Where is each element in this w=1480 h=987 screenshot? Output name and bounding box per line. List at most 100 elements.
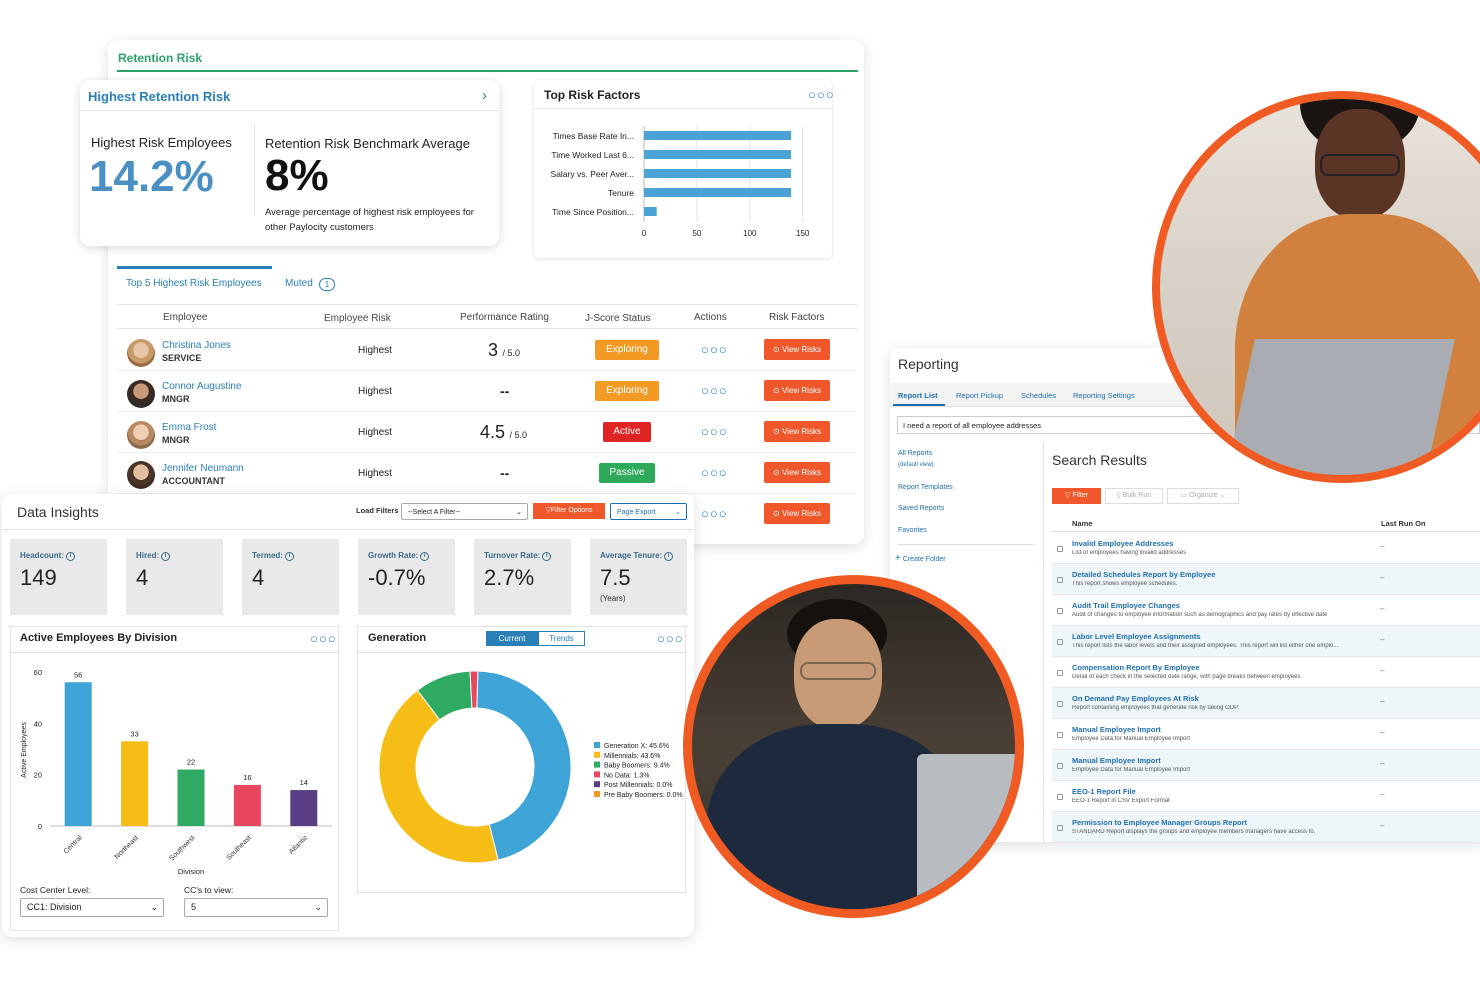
- category-label: Time Worked Last 6...: [551, 150, 634, 160]
- report-name-link[interactable]: Labor Level Employee Assignments: [1072, 632, 1201, 641]
- bulk-run-button[interactable]: ▯ Bulk Run: [1105, 488, 1163, 504]
- report-name-link[interactable]: EEO-1 Report File: [1072, 787, 1136, 796]
- report-row[interactable]: Compensation Report By Employee Detail of…: [1052, 657, 1480, 688]
- info-icon[interactable]: i: [161, 552, 171, 561]
- row-checkbox[interactable]: [1057, 732, 1063, 738]
- tab-muted[interactable]: Muted: [285, 278, 313, 289]
- report-row[interactable]: Audit Trail Employee Changes Audit of cha…: [1052, 595, 1480, 626]
- view-risks-button[interactable]: ⊙ View Risks: [764, 421, 830, 442]
- employee-name-link[interactable]: Connor Augustine: [162, 381, 242, 392]
- report-sidebar-favorites[interactable]: Favorites: [898, 527, 927, 534]
- report-name-link[interactable]: On Demand Pay Employees At Risk: [1072, 694, 1199, 703]
- bar: [644, 150, 792, 159]
- select-filter-dropdown[interactable]: --Select A Filter-- ⌄: [401, 503, 528, 520]
- report-row[interactable]: Manual Employee Import Employee Data for …: [1052, 750, 1480, 781]
- employee-role: MNGR: [162, 394, 190, 404]
- row-checkbox[interactable]: [1057, 608, 1063, 614]
- ccs-to-view-dropdown[interactable]: 5 ⌄: [184, 898, 328, 917]
- actions-more-icon[interactable]: ○○○: [701, 506, 728, 521]
- row-checkbox[interactable]: [1057, 577, 1063, 583]
- header-employee-risk: Employee Risk: [324, 313, 391, 324]
- row-checkbox[interactable]: [1057, 670, 1063, 676]
- report-name-link[interactable]: Manual Employee Import: [1072, 725, 1161, 734]
- legend-swatch: [594, 751, 600, 758]
- employee-name-link[interactable]: Jennifer Neumann: [162, 463, 244, 474]
- bar: [121, 741, 149, 826]
- employee-name-link[interactable]: Christina Jones: [162, 340, 231, 351]
- folder-icon: ▭: [1180, 492, 1188, 499]
- status-badge: Passive: [599, 463, 655, 483]
- report-row[interactable]: EEO-1 Report File EEO-1 Report in CSV Exp…: [1052, 781, 1480, 812]
- tab-schedules[interactable]: Schedules: [1021, 391, 1056, 400]
- report-name-link[interactable]: Detailed Schedules Report by Employee: [1072, 570, 1215, 579]
- page-export-dropdown[interactable]: Page Export ⌄: [610, 503, 687, 520]
- actions-more-icon[interactable]: ○○○: [701, 465, 728, 480]
- more-options-icon[interactable]: ○○○: [657, 631, 684, 646]
- tab-report-list[interactable]: Report List: [898, 391, 938, 400]
- tab-trends[interactable]: Trends: [538, 631, 585, 646]
- report-last-run: --: [1380, 761, 1385, 768]
- highest-retention-risk-title[interactable]: Highest Retention Risk: [88, 89, 230, 104]
- view-risks-button[interactable]: ⊙ View Risks: [764, 380, 830, 401]
- info-icon[interactable]: i: [420, 552, 430, 561]
- info-icon[interactable]: i: [664, 552, 674, 561]
- employee-role: MNGR: [162, 435, 190, 445]
- chevron-down-icon: ⌄: [516, 509, 522, 516]
- actions-more-icon[interactable]: ○○○: [701, 383, 728, 398]
- report-sidebar-templates[interactable]: Report Templates: [898, 484, 953, 491]
- actions-more-icon[interactable]: ○○○: [701, 424, 728, 439]
- report-row[interactable]: Invalid Employee Addresses List of employ…: [1052, 533, 1480, 564]
- report-name-link[interactable]: Permission to Employee Manager Groups Re…: [1072, 818, 1247, 827]
- report-filter-button[interactable]: ▽ Filter: [1052, 488, 1101, 504]
- report-row[interactable]: On Demand Pay Employees At Risk Report co…: [1052, 688, 1480, 719]
- results-header-divider: [1052, 531, 1480, 532]
- view-risks-button[interactable]: ⊙ View Risks: [764, 462, 830, 483]
- bar: [644, 169, 792, 178]
- row-checkbox[interactable]: [1057, 701, 1063, 707]
- report-name-link[interactable]: Manual Employee Import: [1072, 756, 1161, 765]
- report-row[interactable]: Permission to Employee Manager Groups Re…: [1052, 812, 1480, 843]
- actions-more-icon[interactable]: ○○○: [701, 342, 728, 357]
- employee-name-link[interactable]: Emma Frost: [162, 422, 216, 433]
- tab-top5-highest-risk[interactable]: Top 5 Highest Risk Employees: [126, 278, 262, 289]
- retention-section-title: Retention Risk: [118, 51, 203, 65]
- report-name-link[interactable]: Audit Trail Employee Changes: [1072, 601, 1180, 610]
- info-icon[interactable]: i: [542, 552, 552, 561]
- report-name-link[interactable]: Invalid Employee Addresses: [1072, 539, 1173, 548]
- info-icon[interactable]: i: [284, 552, 294, 561]
- row-checkbox[interactable]: [1057, 825, 1063, 831]
- row-checkbox[interactable]: [1057, 763, 1063, 769]
- chevron-down-icon: ⌄: [314, 902, 322, 912]
- organize-button[interactable]: ▭ Organize ⌄: [1167, 488, 1239, 504]
- view-risks-button[interactable]: ⊙ View Risks: [764, 339, 830, 360]
- top-risk-factors-chart: Times Base Rate In... Time Worked Last 6.…: [551, 126, 810, 238]
- chevron-down-icon: ⌄: [1219, 492, 1226, 499]
- filter-options-button[interactable]: ▽Filter Options: [533, 503, 605, 519]
- report-sidebar-all[interactable]: All Reports: [898, 450, 932, 457]
- view-risks-button[interactable]: ⊙ View Risks: [764, 503, 830, 524]
- report-sidebar-saved[interactable]: Saved Reports: [898, 505, 944, 512]
- row-checkbox[interactable]: [1057, 794, 1063, 800]
- report-row[interactable]: Manual Employee Import Employee Data for …: [1052, 719, 1480, 750]
- create-folder-button[interactable]: + Create Folder: [895, 553, 946, 564]
- benchmark-value: 8%: [265, 151, 329, 200]
- tab-report-list-indicator: [893, 404, 945, 406]
- cost-center-dropdown[interactable]: CC1: Division ⌄: [20, 898, 164, 917]
- man-glasses: [800, 662, 876, 680]
- row-divider: [117, 411, 857, 412]
- info-icon[interactable]: i: [66, 552, 75, 561]
- report-row[interactable]: Labor Level Employee Assignments This rep…: [1052, 626, 1480, 657]
- y-tick-label: 60: [34, 668, 42, 677]
- chevron-right-icon[interactable]: ›: [482, 87, 487, 104]
- status-badge: Exploring: [595, 340, 659, 360]
- tab-reporting-settings[interactable]: Reporting Settings: [1073, 391, 1135, 400]
- report-row[interactable]: Detailed Schedules Report by Employee Thi…: [1052, 564, 1480, 595]
- tab-report-pickup[interactable]: Report Pickup: [956, 391, 1003, 400]
- row-checkbox[interactable]: [1057, 639, 1063, 645]
- report-name-link[interactable]: Compensation Report By Employee: [1072, 663, 1200, 672]
- more-options-icon[interactable]: ○○○: [808, 87, 835, 102]
- row-checkbox[interactable]: [1057, 546, 1063, 552]
- more-options-icon[interactable]: ○○○: [310, 631, 337, 646]
- data-insights-title: Data Insights: [17, 504, 99, 520]
- tab-current[interactable]: Current: [486, 631, 538, 646]
